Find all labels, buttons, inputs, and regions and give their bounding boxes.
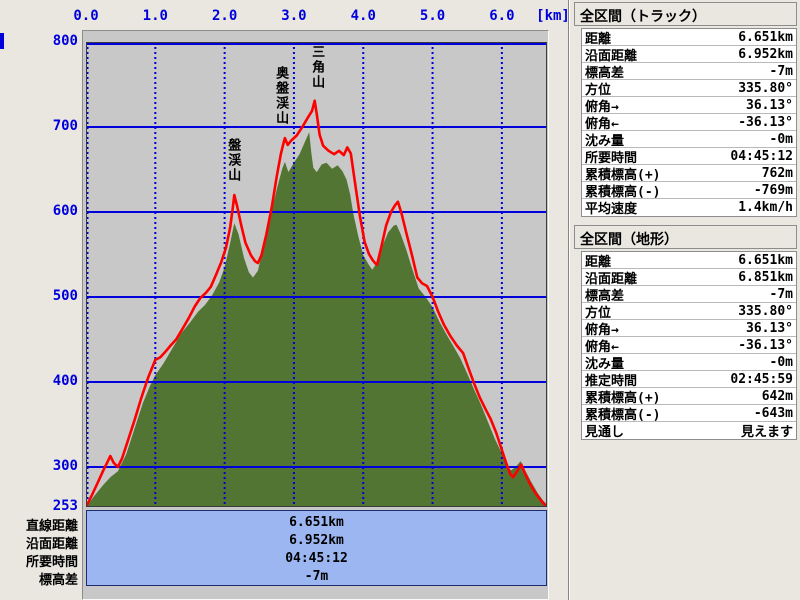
stat-value: -0m [769,354,793,370]
stat-value: 04:45:12 [730,148,793,164]
stat-row: 平均速度 1.4km/h [582,199,796,217]
stat-row: 標高差 -7m [582,286,796,304]
y-tick-label: 600 [52,203,78,220]
stats-table-track: 距離 6.651km 沿面距離 6.952km 標高差 -7m 方位 335.80° 俯角→ 36… [581,28,797,217]
stat-value: 36.13° [746,97,793,113]
x-tick-label: 5.0 [419,8,446,24]
y-tick-label: 400 [52,373,78,390]
y-tick-label: 300 [52,458,78,475]
stat-row: 累積標高(-) -643m [582,405,796,423]
peak-label: 盤渓山 [225,138,241,183]
stat-row: 俯角→ 36.13° [582,320,796,338]
y-tick-label: 700 [52,118,78,134]
stat-label: 累積標高(-) [585,407,661,423]
x-tick-label: 0.0 [73,8,99,24]
x-tick-label: 6.0 [489,8,515,24]
stat-value: 6.651km [738,252,793,268]
stat-value: 6.952km [738,46,793,62]
stat-row: 沿面距離 6.851km [582,269,796,287]
stat-label: 見通し [585,425,625,440]
peak-label: 三角山 [309,45,325,90]
y-tick-label: 253 [52,498,78,514]
stat-row: 俯角← -36.13° [582,337,796,355]
stat-value: 6.651km [738,29,793,45]
stat-value: 02:45:59 [730,371,793,387]
label-elevation-diff: 標高差 [38,573,78,588]
pane-divider [568,0,570,600]
summary-straight-distance: 6.651km [289,515,344,530]
stat-value: 335.80° [738,303,793,319]
stat-value: -36.13° [738,114,793,130]
stat-row: 方位 335.80° [582,80,796,98]
stats-pane: 全区間（トラック） 距離 6.651km 沿面距離 6.952km 標高差 -7m 方位 33… [572,0,800,600]
stat-row: 累積標高(+) 762m [582,165,796,183]
stat-value: -36.13° [738,337,793,353]
stat-row: 累積標高(-) -769m [582,182,796,200]
stat-row: 方位 335.80° [582,303,796,321]
stat-value: 642m [761,388,793,404]
stat-row: 俯角← -36.13° [582,114,796,132]
stat-value: -7m [769,286,793,302]
stat-row: 見通し 見えます [582,422,796,440]
stat-row: 沈み量 -0m [582,131,796,149]
summary-elevation-diff: -7m [304,569,329,584]
label-elapsed-time: 所要時間 [25,555,78,570]
panel-title-terrain: 全区間（地形） [574,225,797,249]
stat-value: 見えます [740,425,793,440]
stat-value: 762m [761,165,793,181]
stat-row: 所要時間 04:45:12 [582,148,796,166]
stat-value: -7m [769,63,793,79]
stat-row: 沈み量 -0m [582,354,796,372]
stat-row: 推定時間 02:45:59 [582,371,796,389]
peak-label: 奥盤渓山 [273,66,289,126]
stat-value: 6.851km [738,269,793,285]
y-tick-label: 500 [52,288,78,305]
stat-row: 標高差 -7m [582,63,796,81]
stat-row: 累積標高(+) 642m [582,388,796,406]
x-tick-label: 2.0 [211,8,238,24]
stat-row: 俯角→ 36.13° [582,97,796,115]
stat-row: 距離 6.651km [582,252,796,270]
stat-label: 平均速度 [585,202,638,217]
elevation-profile-widget: 6.651km 6.952km 04:45:12 -7m 盤渓山 奥盤渓山 三角山 [82,30,549,600]
stat-row: 沿面距離 6.952km [582,46,796,64]
stat-value: 335.80° [738,80,793,96]
y-tick-label: 800 [52,33,78,49]
x-axis-unit-label: [km] [536,8,570,24]
summary-elapsed-time: 04:45:12 [285,551,348,566]
stat-value: 36.13° [746,320,793,336]
panel-title-track: 全区間（トラック） [574,2,797,26]
summary-surface-distance: 6.952km [289,533,344,548]
stat-value: -769m [753,182,793,198]
stats-table-terrain: 距離 6.651km 沿面距離 6.851km 標高差 -7m 方位 335.80° 俯角→ 36… [581,251,797,440]
x-tick-label: 4.0 [350,8,376,24]
x-tick-label: 1.0 [142,8,168,24]
label-surface-distance: 沿面距離 [25,537,78,552]
elevation-plot[interactable] [86,42,547,507]
summary-info-box: 6.651km 6.952km 04:45:12 -7m [86,510,547,586]
stat-row: 距離 6.651km [582,29,796,47]
stat-value: 1.4km/h [738,200,793,215]
x-tick-label: 3.0 [281,8,307,24]
stat-label: 累積標高(-) [585,184,661,200]
label-straight-distance: 直線距離 [25,519,78,534]
stat-value: -0m [769,131,793,147]
stat-value: -643m [753,405,793,421]
